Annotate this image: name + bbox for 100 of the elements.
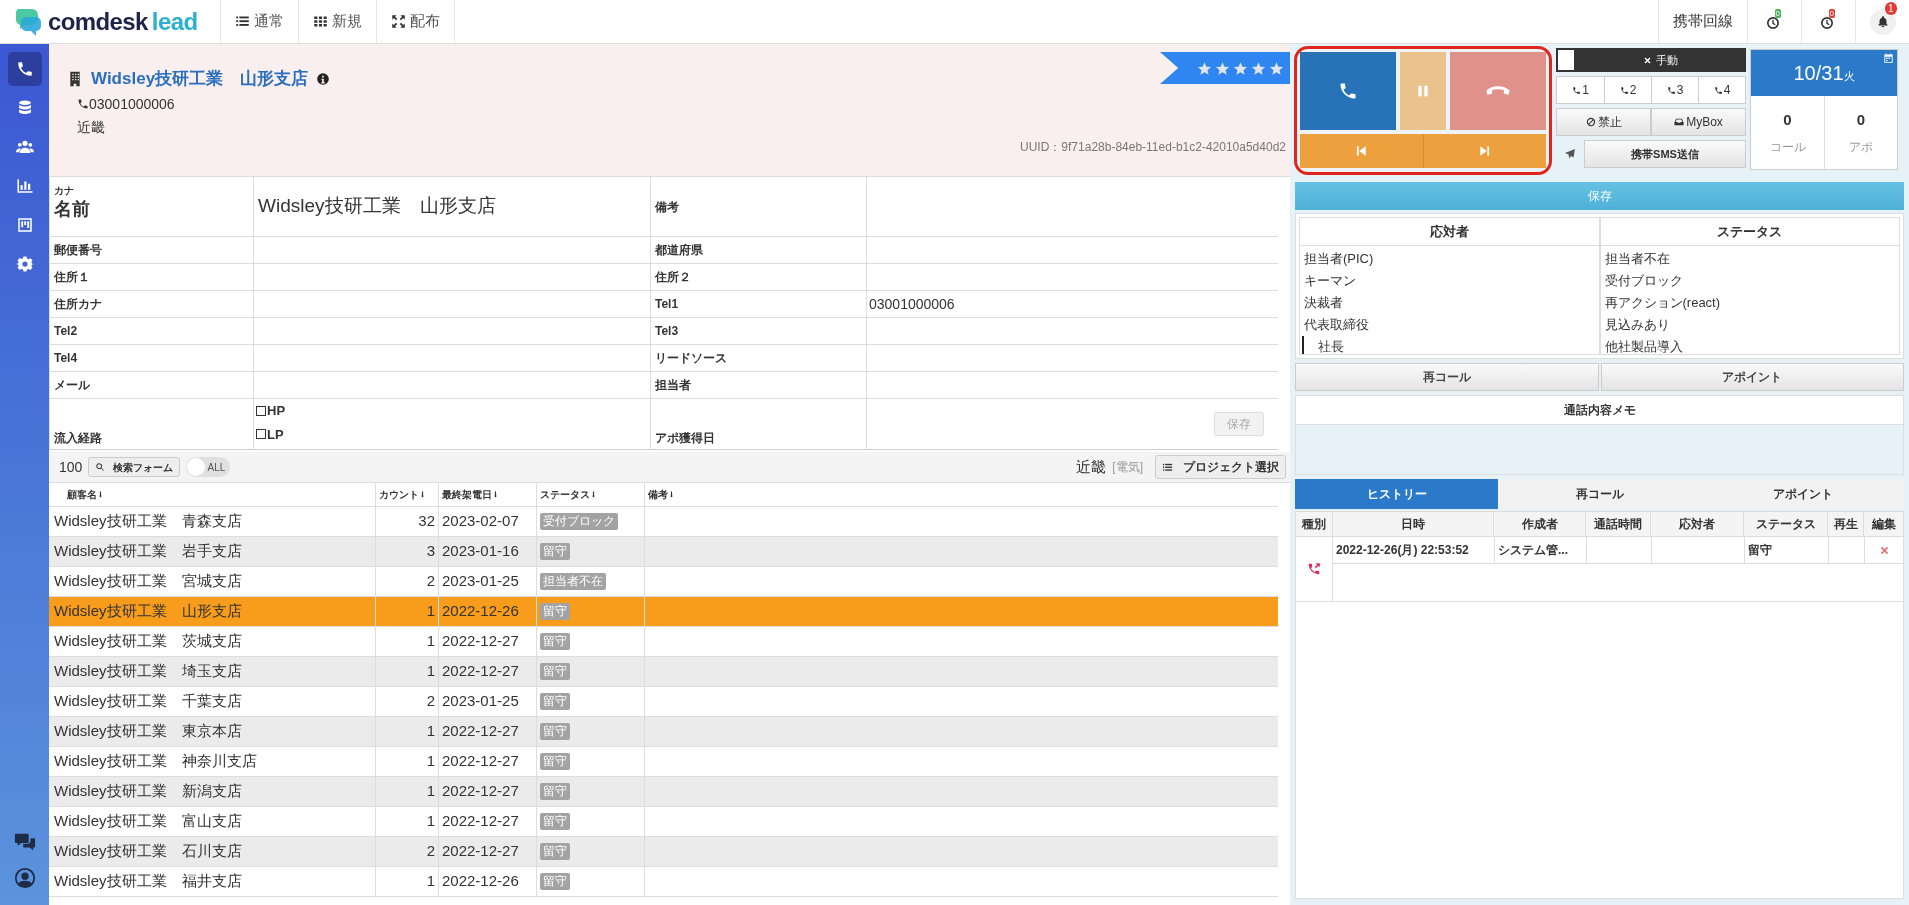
column-header[interactable]: ステータス — [536, 483, 644, 506]
star-icon — [1215, 60, 1230, 76]
call-count: 2 — [426, 571, 435, 592]
line-button[interactable]: 4 — [1698, 77, 1745, 103]
list-heading: ステータス — [1600, 218, 1899, 246]
customer-row[interactable]: Widsley技研工業 茨城支店 1 2022-12-27 留守 — [49, 627, 1278, 657]
nav-tab[interactable]: 通常 — [221, 0, 299, 43]
customer-name: Widsley技研工業 茨城支店 — [54, 631, 242, 652]
customer-row[interactable]: Widsley技研工業 宮城支店 2 2023-01-25 担当者不在 — [49, 567, 1278, 597]
option-item[interactable]: キーマン — [1300, 270, 1599, 292]
date-text: 10/31 — [1793, 61, 1844, 86]
call-count: 1 — [426, 781, 435, 802]
customer-row[interactable]: Widsley技研工業 石川支店 2 2022-12-27 留守 — [49, 837, 1278, 867]
option-item[interactable]: 担当者(PIC) — [1300, 248, 1599, 270]
column-header[interactable]: 備考 — [644, 483, 1278, 506]
history-tab[interactable]: アポイント — [1701, 479, 1904, 509]
block-button[interactable]: 禁止 — [1556, 108, 1651, 136]
nav-tab[interactable]: 新規 — [299, 0, 377, 43]
line-button[interactable]: 2 — [1604, 77, 1651, 103]
customer-name: Widsley技研工業 埼玉支店 — [54, 661, 242, 682]
pause-icon — [1415, 83, 1431, 99]
inbox-icon — [1674, 117, 1685, 127]
result-action-button[interactable]: 再コール — [1295, 363, 1599, 391]
field-label: Tel4 — [49, 345, 253, 371]
all-toggle[interactable]: ALL — [186, 457, 231, 477]
last-call-date: 2022-12-27 — [442, 721, 519, 742]
option-item[interactable]: 再アクション(react) — [1600, 292, 1899, 314]
timer-button[interactable]: 0 — [1818, 11, 1839, 32]
last-call-date: 2022-12-26 — [442, 871, 519, 892]
status-badge: 留守 — [540, 663, 570, 680]
field-label: 流入経路 — [49, 399, 253, 449]
customer-row[interactable]: Widsley技研工業 福井支店 1 2022-12-26 留守 — [49, 867, 1278, 897]
option-item[interactable]: 社長 — [1302, 336, 1599, 354]
skip-back-icon — [1354, 144, 1369, 158]
customer-row[interactable]: Widsley技研工業 山形支店 1 2022-12-26 留守 — [49, 597, 1278, 627]
phone-icon — [1713, 85, 1723, 95]
column-header[interactable]: 顧客名 — [49, 483, 375, 506]
call-count: 1 — [426, 661, 435, 682]
status-badge: 留守 — [540, 633, 570, 650]
nav-tab[interactable]: 配布 — [377, 0, 455, 43]
customer-row[interactable]: Widsley技研工業 新潟支店 1 2022-12-27 留守 — [49, 777, 1278, 807]
search-form-button[interactable]: 検索フォーム — [88, 457, 181, 477]
field-label: 名前 — [54, 198, 91, 220]
history-column-header: 通話時間 — [1585, 512, 1650, 536]
delete-button[interactable] — [1878, 544, 1890, 556]
mobile-line-button[interactable]: 携帯回線 — [1658, 0, 1747, 43]
column-header[interactable]: カウント — [375, 483, 438, 506]
project-select-button[interactable]: プロジェクト選択 — [1155, 455, 1286, 479]
history-column-header: 日時 — [1332, 512, 1493, 536]
option-item[interactable]: 他社製品導入 — [1600, 336, 1899, 354]
customer-row[interactable]: Widsley技研工業 東京本店 1 2022-12-27 留守 — [49, 717, 1278, 747]
source-checkbox[interactable]: HP — [256, 401, 648, 421]
phone-icon — [15, 60, 34, 78]
customer-row[interactable]: Widsley技研工業 千葉支店 2 2023-01-25 留守 — [49, 687, 1278, 717]
close-icon — [1642, 55, 1652, 65]
name-value: Widsley技研工業 山形支店 — [258, 194, 496, 219]
option-item[interactable]: 代表取締役 — [1300, 314, 1599, 336]
column-header[interactable]: 最終架電日 — [438, 483, 536, 506]
history-tab[interactable]: 再コール — [1498, 479, 1701, 509]
sidebar-item[interactable] — [7, 52, 42, 86]
bell-icon — [1875, 14, 1890, 29]
timer-count-badge: 0 — [1774, 8, 1781, 18]
users-icon — [15, 138, 34, 156]
option-item[interactable]: 受付ブロック — [1600, 270, 1899, 292]
phone-icon — [1619, 85, 1629, 95]
option-item[interactable]: 担当者不在 — [1600, 248, 1899, 270]
line-button[interactable]: 1 — [1557, 77, 1604, 103]
field-label: メール — [49, 372, 253, 398]
logo-icon — [14, 6, 42, 37]
customer-row[interactable]: Widsley技研工業 岩手支店 3 2023-01-16 留守 — [49, 537, 1278, 567]
option-item[interactable]: 見込みあり — [1600, 314, 1899, 336]
last-call-date: 2022-12-27 — [442, 781, 519, 802]
customer-row[interactable]: Widsley技研工業 富山支店 1 2022-12-27 留守 — [49, 807, 1278, 837]
last-call-date: 2022-12-27 — [442, 751, 519, 772]
history-tab[interactable]: ヒストリー — [1295, 479, 1498, 509]
field-label: Tel1 — [650, 291, 866, 317]
option-item[interactable]: 決裁者 — [1300, 292, 1599, 314]
customer-row[interactable]: Widsley技研工業 埼玉支店 1 2022-12-27 留守 — [49, 657, 1278, 687]
source-checkbox[interactable]: LP — [256, 424, 648, 444]
customer-name: Widsley技研工業 神奈川支店 — [54, 751, 257, 772]
notification-count-badge: 1 — [1885, 2, 1897, 15]
phone-icon — [1338, 81, 1358, 101]
history-datetime: 2022-12-26(月) 22:53:52 — [1336, 542, 1469, 559]
grid-icon — [313, 14, 328, 29]
customer-row[interactable]: Widsley技研工業 青森支店 32 2023-02-07 受付ブロック — [49, 507, 1278, 537]
sms-button[interactable]: 携帯SMS送信 — [1584, 140, 1746, 168]
result-action-button[interactable]: アポイント — [1600, 363, 1904, 391]
manual-checkbox[interactable] — [1558, 50, 1574, 70]
status-badge: 留守 — [540, 693, 570, 710]
last-call-date: 2022-12-27 — [442, 661, 519, 682]
weekday-text: 火 — [1843, 69, 1855, 84]
status-badge: 留守 — [540, 603, 570, 620]
board-icon — [15, 216, 34, 234]
customer-name: Widsley技研工業 宮城支店 — [54, 571, 242, 592]
chat-help-icon — [13, 831, 36, 853]
customer-name: Widsley技研工業 福井支店 — [54, 871, 242, 892]
project-region: 近畿 — [1076, 456, 1107, 477]
line-button[interactable]: 3 — [1651, 77, 1698, 103]
mybox-button[interactable]: MyBox — [1651, 108, 1746, 136]
customer-row[interactable]: Widsley技研工業 神奈川支店 1 2022-12-27 留守 — [49, 747, 1278, 777]
